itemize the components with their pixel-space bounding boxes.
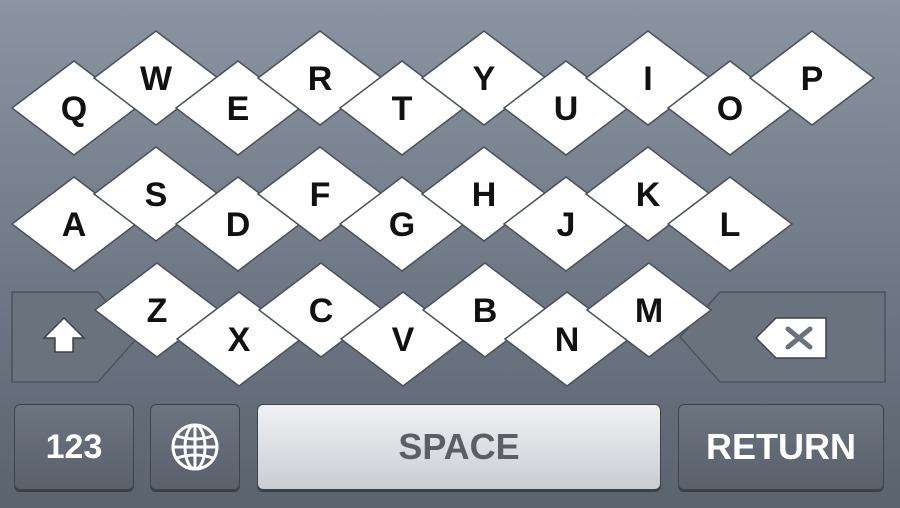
key-label: X (228, 321, 251, 359)
key-label: K (636, 176, 661, 214)
key-label: A (62, 206, 87, 244)
key-label: W (140, 60, 173, 98)
key-label: E (227, 90, 250, 128)
space-key-label: SPACE (398, 426, 520, 467)
return-key[interactable]: RETURN (678, 404, 884, 490)
return-key-label: RETURN (706, 426, 856, 467)
key-label: F (310, 176, 331, 214)
key-label: G (389, 206, 415, 244)
key-label: D (226, 206, 251, 244)
key-label: I (643, 60, 652, 98)
numbers-key-label: 123 (45, 427, 103, 466)
key-label: S (145, 176, 168, 214)
key-label: Q (61, 90, 87, 128)
key-label: M (635, 292, 663, 330)
key-label: V (392, 321, 415, 359)
key-label: H (472, 176, 497, 214)
key-label: P (801, 60, 824, 98)
key-label: L (720, 206, 741, 244)
keyboard: Q W E R T Y U I O P A S D F G H J K L Z X C V B N M 123 SPACE RET… (0, 0, 900, 508)
key-label: Y (473, 60, 496, 98)
key-label: J (557, 206, 576, 244)
space-key[interactable]: SPACE (257, 404, 661, 490)
key-label: R (308, 60, 333, 98)
globe-key[interactable] (150, 404, 240, 490)
key-label: T (392, 90, 413, 128)
globe-icon (171, 423, 219, 471)
key-label: N (555, 321, 580, 359)
backspace-key[interactable] (678, 291, 886, 383)
key-label: Z (147, 292, 168, 330)
key-label: C (309, 292, 334, 330)
key-label: O (717, 90, 743, 128)
key-label: B (473, 292, 498, 330)
key-label: U (554, 90, 579, 128)
numbers-key[interactable]: 123 (14, 404, 134, 490)
